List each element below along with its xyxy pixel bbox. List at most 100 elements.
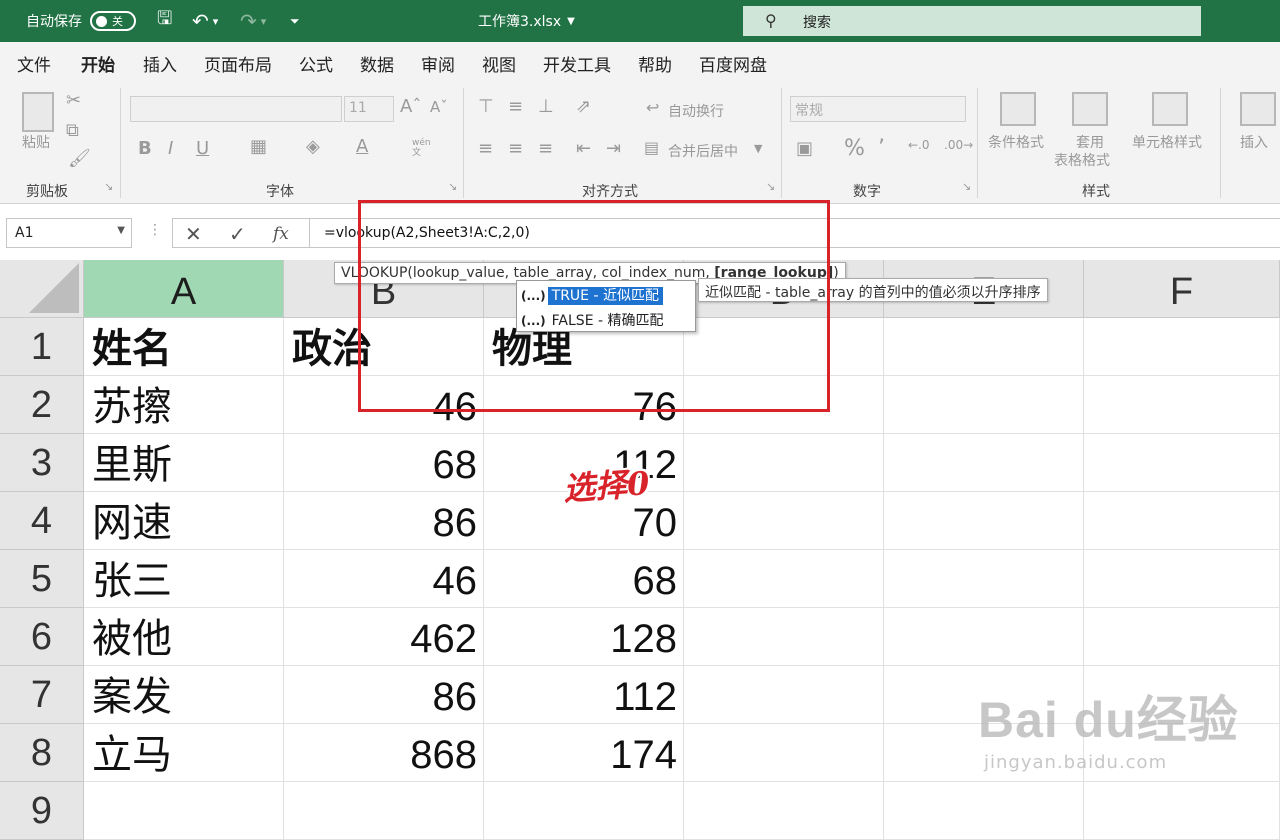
cell-a5[interactable]: 张三 xyxy=(84,550,284,608)
tab-file[interactable]: 文件 xyxy=(17,51,51,76)
percent-icon[interactable]: % xyxy=(844,136,865,161)
file-title[interactable]: 工作簿3.xlsx ▼ xyxy=(478,0,575,42)
wrap-text-label[interactable]: 自动换行 xyxy=(668,101,724,121)
conditional-format-label[interactable]: 条件格式 xyxy=(988,132,1044,152)
row-header-5[interactable]: 5 xyxy=(0,550,84,608)
row-header-9[interactable]: 9 xyxy=(0,782,84,840)
select-all-button[interactable] xyxy=(0,260,84,318)
cell-f2[interactable] xyxy=(1084,376,1280,434)
insert-cells-label[interactable]: 插入 xyxy=(1240,132,1268,152)
cell-a1[interactable]: 姓名 xyxy=(84,318,284,376)
align-middle-icon[interactable]: ≡ xyxy=(508,96,523,117)
cell-a7[interactable]: 案发 xyxy=(84,666,284,724)
row-header-3[interactable]: 3 xyxy=(0,434,84,492)
cell-e3[interactable] xyxy=(884,434,1084,492)
row-header-2[interactable]: 2 xyxy=(0,376,84,434)
align-top-icon[interactable]: ⊤ xyxy=(478,96,494,117)
accounting-format-icon[interactable]: ▣ xyxy=(796,138,813,159)
row-header-1[interactable]: 1 xyxy=(0,318,84,376)
paste-icon[interactable] xyxy=(22,92,54,132)
cell-d7[interactable] xyxy=(684,666,884,724)
column-header-a[interactable]: A xyxy=(84,260,284,318)
cancel-icon[interactable]: ✕ xyxy=(185,222,202,246)
tab-data[interactable]: 数据 xyxy=(360,51,394,76)
cell-d5[interactable] xyxy=(684,550,884,608)
align-left-icon[interactable]: ≡ xyxy=(478,138,493,159)
tab-insert[interactable]: 插入 xyxy=(143,51,177,76)
autosave-control[interactable]: 自动保存 关 xyxy=(26,0,136,42)
insert-function-icon[interactable]: fx xyxy=(273,224,289,244)
format-as-table-label-2[interactable]: 表格格式 xyxy=(1054,150,1110,170)
clipboard-launcher-icon[interactable]: ↘ xyxy=(104,180,113,193)
alignment-launcher-icon[interactable]: ↘ xyxy=(766,180,775,193)
cell-c5[interactable]: 68 xyxy=(484,550,684,608)
cell-styles-label[interactable]: 单元格样式 xyxy=(1132,132,1202,152)
align-center-icon[interactable]: ≡ xyxy=(508,138,523,159)
number-format-select[interactable]: 常规 xyxy=(790,96,966,122)
wrap-text-icon[interactable]: ↩ xyxy=(646,98,659,117)
cell-d8[interactable] xyxy=(684,724,884,782)
enter-icon[interactable]: ✓ xyxy=(229,222,246,246)
number-launcher-icon[interactable]: ↘ xyxy=(962,180,971,193)
cell-d4[interactable] xyxy=(684,492,884,550)
drag-handle-icon[interactable]: ⋮ xyxy=(148,222,162,238)
align-bottom-icon[interactable]: ⊥ xyxy=(538,96,554,117)
cell-d3[interactable] xyxy=(684,434,884,492)
cell-e2[interactable] xyxy=(884,376,1084,434)
cell-c8[interactable]: 174 xyxy=(484,724,684,782)
cell-f1[interactable] xyxy=(1084,318,1280,376)
increase-decimal-icon[interactable]: ←.0 xyxy=(908,138,930,152)
font-color-icon[interactable]: A xyxy=(356,136,368,157)
orientation-icon[interactable]: ⇗ xyxy=(576,96,591,117)
tab-page-layout[interactable]: 页面布局 xyxy=(204,51,272,76)
format-as-table-icon[interactable] xyxy=(1072,92,1108,126)
cell-a3[interactable]: 里斯 xyxy=(84,434,284,492)
cell-c7[interactable]: 112 xyxy=(484,666,684,724)
row-header-7[interactable]: 7 xyxy=(0,666,84,724)
cell-e5[interactable] xyxy=(884,550,1084,608)
cell-a4[interactable]: 网速 xyxy=(84,492,284,550)
cell-a6[interactable]: 被他 xyxy=(84,608,284,666)
cell-b6[interactable]: 462 xyxy=(284,608,484,666)
bold-icon[interactable]: B xyxy=(138,138,152,159)
save-icon[interactable]: 🖫 xyxy=(157,0,172,42)
border-icon[interactable]: ▦ xyxy=(250,136,267,157)
cell-f5[interactable] xyxy=(1084,550,1280,608)
increase-font-icon[interactable]: Aˆ xyxy=(400,96,421,117)
decrease-indent-icon[interactable]: ⇤ xyxy=(576,138,591,159)
phonetic-icon[interactable]: wén 文 xyxy=(412,138,431,158)
comma-style-icon[interactable]: ’ xyxy=(878,136,885,161)
cell-e1[interactable] xyxy=(884,318,1084,376)
copy-icon[interactable]: ⧉ xyxy=(66,120,79,141)
chevron-down-icon[interactable]: ▼ xyxy=(117,225,125,236)
cut-icon[interactable]: ✂ xyxy=(66,90,81,111)
merge-center-label[interactable]: 合并后居中 xyxy=(668,141,738,161)
tab-view[interactable]: 视图 xyxy=(482,51,516,76)
tab-baidu-netdisk[interactable]: 百度网盘 xyxy=(699,51,767,76)
cell-b5[interactable]: 46 xyxy=(284,550,484,608)
underline-icon[interactable]: U xyxy=(196,138,209,159)
autosave-toggle[interactable]: 关 xyxy=(90,11,136,31)
cell-c9[interactable] xyxy=(484,782,684,840)
row-header-4[interactable]: 4 xyxy=(0,492,84,550)
fill-color-icon[interactable]: ◈ xyxy=(306,136,320,157)
tab-developer[interactable]: 开发工具 xyxy=(543,51,611,76)
decrease-font-icon[interactable]: Aˇ xyxy=(430,98,448,116)
cell-styles-icon[interactable] xyxy=(1152,92,1188,126)
cell-b4[interactable]: 86 xyxy=(284,492,484,550)
increase-indent-icon[interactable]: ⇥ xyxy=(606,138,621,159)
tab-help[interactable]: 帮助 xyxy=(638,51,672,76)
tab-home[interactable]: 开始 xyxy=(81,51,115,84)
cell-d6[interactable] xyxy=(684,608,884,666)
cell-a9[interactable] xyxy=(84,782,284,840)
cell-e4[interactable] xyxy=(884,492,1084,550)
insert-cells-icon[interactable] xyxy=(1240,92,1276,126)
font-launcher-icon[interactable]: ↘ xyxy=(448,180,457,193)
merge-center-icon[interactable]: ▤ xyxy=(644,138,659,157)
tab-formulas[interactable]: 公式 xyxy=(299,51,333,76)
cell-b3[interactable]: 68 xyxy=(284,434,484,492)
cell-f6[interactable] xyxy=(1084,608,1280,666)
cell-d9[interactable] xyxy=(684,782,884,840)
tab-review[interactable]: 审阅 xyxy=(421,51,455,76)
cell-a8[interactable]: 立马 xyxy=(84,724,284,782)
